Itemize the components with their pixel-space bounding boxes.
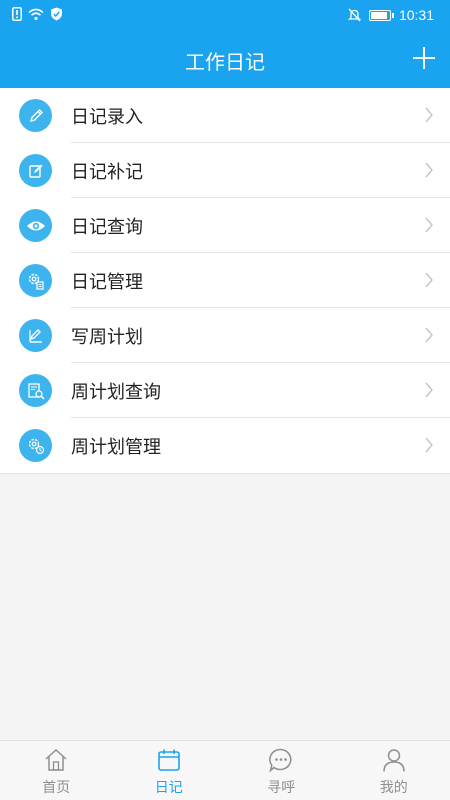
add-icon[interactable] bbox=[410, 44, 438, 72]
chevron-right-icon bbox=[425, 382, 433, 398]
menu-item-label: 日记管理 bbox=[71, 272, 143, 293]
menu-list: 日记录入 日记补记 日记查询 日记管理 写周计划 周计划查询 周计划管理 bbox=[0, 88, 450, 474]
tab-label: 首页 bbox=[42, 780, 71, 796]
menu-item-diary-manage[interactable]: 日记管理 bbox=[0, 253, 450, 308]
chevron-right-icon bbox=[425, 107, 433, 123]
user-icon bbox=[383, 749, 405, 772]
gear-clock-icon bbox=[19, 429, 52, 462]
battery-icon bbox=[368, 9, 394, 21]
shield-check-icon bbox=[51, 7, 62, 21]
wifi-icon bbox=[28, 8, 44, 20]
pencil-icon bbox=[19, 99, 52, 132]
menu-item-diary-query[interactable]: 日记查询 bbox=[0, 198, 450, 253]
tab-label: 我的 bbox=[379, 780, 408, 796]
menu-item-diary-entry[interactable]: 日记录入 bbox=[0, 88, 450, 143]
menu-item-weekly-plan-query[interactable]: 周计划查询 bbox=[0, 363, 450, 418]
pencil-ruler-icon bbox=[19, 319, 52, 352]
bell-muted-icon bbox=[347, 8, 361, 22]
edit-note-icon bbox=[19, 154, 52, 187]
chevron-right-icon bbox=[425, 217, 433, 233]
status-bar: 10:31 bbox=[0, 0, 450, 32]
tab-home[interactable]: 首页 bbox=[0, 741, 113, 800]
status-icons-left bbox=[12, 7, 63, 21]
gear-doc-icon bbox=[19, 264, 52, 297]
menu-item-label: 周计划管理 bbox=[71, 437, 161, 458]
menu-item-label: 周计划查询 bbox=[71, 382, 161, 403]
chevron-right-icon bbox=[425, 327, 433, 343]
chevron-right-icon bbox=[425, 272, 433, 288]
status-icons-right: 10:31 bbox=[347, 7, 434, 23]
menu-item-label: 日记补记 bbox=[71, 162, 143, 183]
chat-bubble-icon bbox=[269, 748, 292, 773]
menu-item-label: 日记查询 bbox=[71, 217, 143, 238]
page-title: 工作日记 bbox=[185, 50, 265, 74]
app-header: 工作日记 bbox=[0, 32, 450, 88]
sim-alert-icon bbox=[12, 7, 22, 21]
eye-icon bbox=[19, 209, 52, 242]
tab-mine[interactable]: 我的 bbox=[338, 741, 450, 800]
menu-item-label: 日记录入 bbox=[71, 107, 143, 128]
bottom-tab-bar: 首页 日记 寻呼 我的 bbox=[0, 740, 450, 800]
menu-item-weekly-plan-manage[interactable]: 周计划管理 bbox=[0, 418, 450, 473]
status-time: 10:31 bbox=[398, 7, 434, 23]
tab-paging[interactable]: 寻呼 bbox=[225, 741, 338, 800]
menu-item-diary-supplement[interactable]: 日记补记 bbox=[0, 143, 450, 198]
chevron-right-icon bbox=[425, 162, 433, 178]
doc-search-icon bbox=[19, 374, 52, 407]
tab-label: 日记 bbox=[154, 780, 183, 796]
tab-diary[interactable]: 日记 bbox=[113, 741, 226, 800]
menu-item-write-weekly-plan[interactable]: 写周计划 bbox=[0, 308, 450, 363]
chevron-right-icon bbox=[425, 437, 433, 453]
home-icon bbox=[45, 748, 67, 771]
menu-item-label: 写周计划 bbox=[71, 327, 143, 348]
calendar-icon bbox=[157, 749, 180, 771]
tab-label: 寻呼 bbox=[267, 780, 296, 796]
